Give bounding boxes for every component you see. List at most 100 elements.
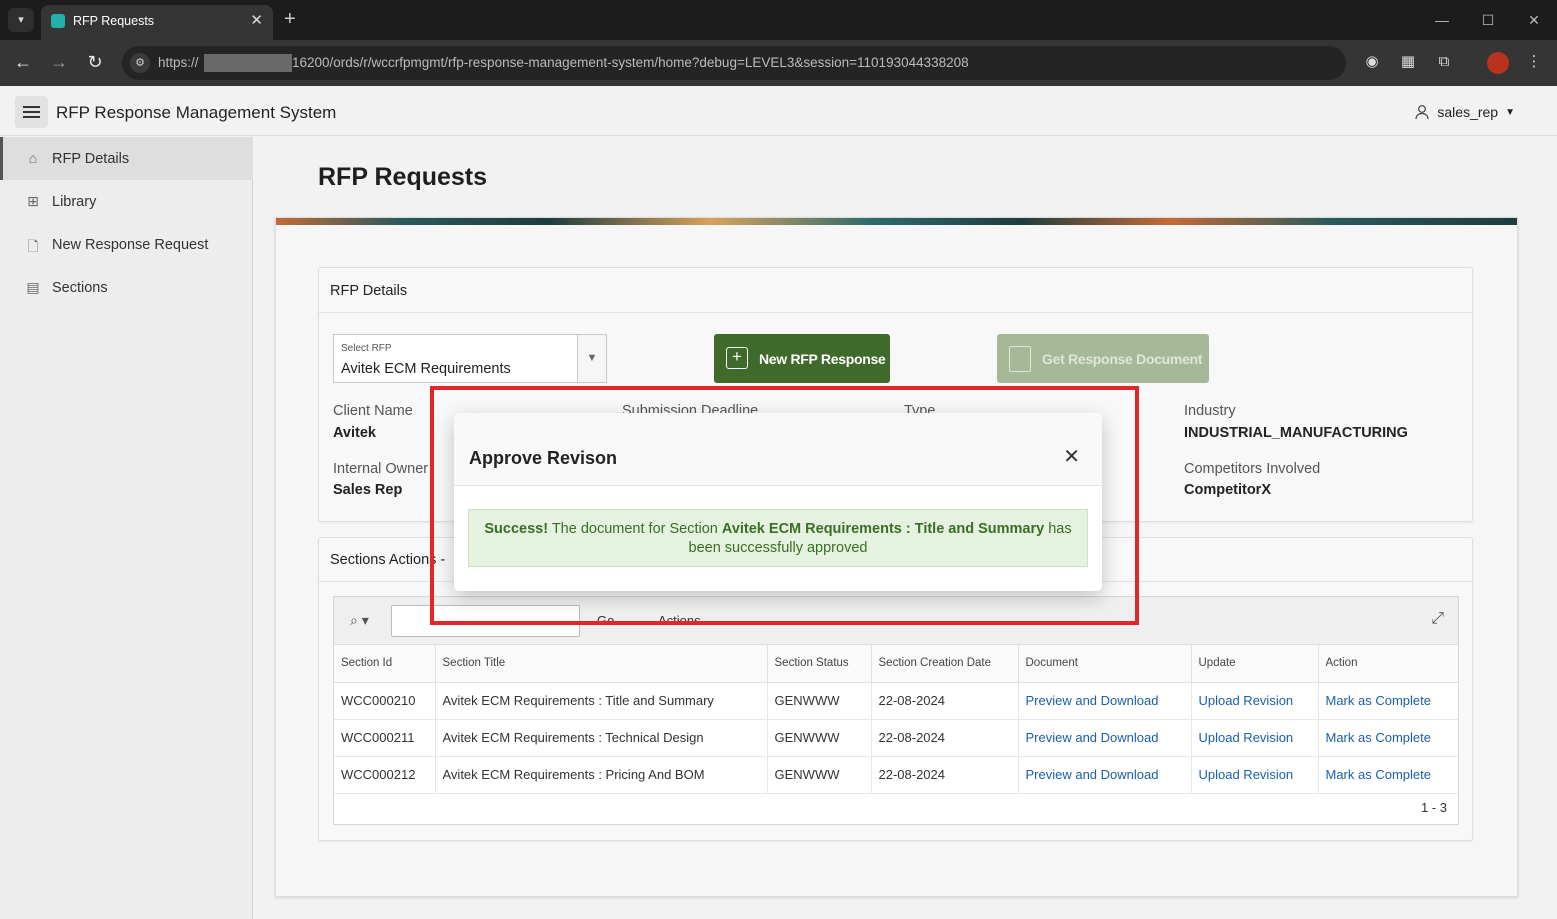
internal-owner-label: Internal Owner — [333, 461, 429, 477]
select-rfp-field[interactable]: Select RFP Avitek ECM Requirements ▼ — [333, 334, 607, 383]
dialog-title: Approve Revison — [469, 448, 618, 468]
upload-revision-link[interactable]: Upload Revision — [1191, 756, 1319, 794]
client-name-label: Client Name — [333, 403, 413, 419]
get-response-document-button[interactable]: Get Response Document — [997, 334, 1209, 383]
column-header[interactable]: Section Status — [767, 645, 872, 683]
maximize-button[interactable]: ☐ — [1465, 0, 1511, 40]
minimize-button[interactable]: — — [1419, 0, 1465, 40]
table-row: WCC000210 Avitek ECM Requirements : Titl… — [334, 682, 1458, 720]
extensions-icon[interactable]: ⧉ — [1434, 52, 1454, 72]
url-scheme: https:// — [158, 55, 199, 70]
table-icon: ▤ — [26, 278, 40, 295]
select-rfp-value: Avitek ECM Requirements — [341, 361, 511, 377]
clipboard-upload-icon — [1009, 346, 1031, 372]
client-name-value: Avitek — [333, 425, 376, 441]
section-id: WCC000211 — [334, 719, 436, 757]
dialog-header: Approve Revison ✕ — [454, 413, 1102, 486]
new-rfp-response-button[interactable]: + New RFP Response — [714, 334, 890, 383]
sections-report: ⌕ ▾ Go Actions ⤢ Section Id Section Titl… — [333, 596, 1459, 825]
alert-section-name: Avitek ECM Requirements : Title and Summ… — [721, 521, 1045, 537]
region-title: Sections Actions - — [330, 552, 446, 568]
section-title: Avitek ECM Requirements : Technical Desi… — [435, 719, 768, 757]
table-row: WCC000211 Avitek ECM Requirements : Tech… — [334, 719, 1458, 757]
chevron-down-icon[interactable]: ▼ — [577, 335, 606, 382]
mark-complete-link[interactable]: Mark as Complete — [1318, 719, 1458, 757]
preview-download-link[interactable]: Preview and Download — [1018, 756, 1192, 794]
reload-button[interactable]: ↻ — [83, 51, 107, 73]
section-id: WCC000212 — [334, 756, 436, 794]
sidebar-item-library[interactable]: ⊞ Library — [0, 180, 253, 223]
table-row: WCC000212 Avitek ECM Requirements : Pric… — [334, 756, 1458, 794]
upload-revision-link[interactable]: Upload Revision — [1191, 682, 1319, 720]
search-column-icon[interactable]: ⌕ ▾ — [350, 612, 369, 629]
sidebar-item-label: RFP Details — [52, 150, 130, 167]
column-header[interactable]: Section Creation Date — [871, 645, 1019, 683]
success-alert: Success! The document for Section Avitek… — [468, 509, 1088, 567]
mark-complete-link[interactable]: Mark as Complete — [1318, 682, 1458, 720]
column-header[interactable]: Update — [1191, 645, 1319, 683]
column-header[interactable]: Action — [1318, 645, 1458, 683]
column-header[interactable]: Document — [1018, 645, 1192, 683]
section-title: Avitek ECM Requirements : Title and Summ… — [435, 682, 768, 720]
section-status: GENWWW — [767, 719, 872, 757]
column-header[interactable]: Section Id — [334, 645, 436, 683]
chevron-down-icon: ▼ — [1505, 106, 1515, 118]
competitors-label: Competitors Involved — [1184, 461, 1321, 477]
section-creation-date: 22-08-2024 — [871, 756, 1019, 794]
expand-icon[interactable]: ⤢ — [1431, 610, 1444, 628]
browser-tab[interactable]: RFP Requests ✕ — [41, 5, 273, 40]
qr-code-icon[interactable]: ▦ — [1398, 52, 1418, 72]
plus-icon: + — [726, 347, 748, 369]
industry-label: Industry — [1184, 403, 1236, 419]
back-button[interactable]: ← — [11, 51, 35, 73]
address-bar[interactable]: ⚙ https:// 16200/ords/r/wccrfpmgmt/rfp-r… — [122, 46, 1346, 80]
window-close-button[interactable]: ✕ — [1511, 0, 1557, 40]
close-icon[interactable]: ✕ — [1063, 447, 1080, 467]
url-path: 16200/ords/r/wccrfpmgmt/rfp-response-man… — [292, 55, 969, 70]
report-table: Section Id Section Title Section Status … — [334, 645, 1458, 794]
tab-close-icon[interactable]: ✕ — [250, 11, 263, 29]
preview-download-link[interactable]: Preview and Download — [1018, 719, 1192, 757]
tab-search-button[interactable]: ▾ — [8, 8, 34, 32]
forward-button[interactable]: → — [47, 51, 71, 73]
new-document-icon: 🗋 — [27, 237, 39, 254]
select-rfp-label: Select RFP — [341, 343, 392, 354]
section-creation-date: 22-08-2024 — [871, 682, 1019, 720]
sidebar-item-rfp-details[interactable]: ⌂ RFP Details — [0, 137, 253, 180]
section-status: GENWWW — [767, 682, 872, 720]
browser-menu-icon[interactable]: ⋮ — [1524, 52, 1544, 72]
tab-title: RFP Requests — [73, 14, 155, 28]
table-header-row: Section Id Section Title Section Status … — [334, 645, 1458, 683]
page-title: RFP Requests — [318, 163, 488, 191]
library-icon: ⊞ — [27, 192, 39, 209]
screen-capture-icon[interactable]: ◉ — [1362, 52, 1382, 72]
approve-revision-dialog: Approve Revison ✕ Success! The document … — [454, 413, 1102, 591]
new-tab-button[interactable]: + — [284, 8, 296, 30]
section-id: WCC000210 — [334, 682, 436, 720]
section-status: GENWWW — [767, 756, 872, 794]
pagination: 1 - 3 — [1420, 800, 1447, 815]
profile-avatar[interactable] — [1487, 52, 1509, 74]
site-info-icon[interactable]: ⚙ — [130, 53, 150, 73]
alert-text: The document for Section — [548, 521, 722, 537]
column-header[interactable]: Section Title — [435, 645, 768, 683]
sidebar-item-sections[interactable]: ▤ Sections — [0, 266, 253, 309]
hero-banner — [276, 218, 1517, 225]
app-header: RFP Response Management System sales_rep… — [0, 86, 1557, 136]
sidebar-item-label: Library — [52, 193, 97, 210]
home-icon: ⌂ — [28, 149, 38, 166]
sidebar-item-label: Sections — [52, 279, 108, 296]
competitors-value: CompetitorX — [1184, 482, 1271, 498]
upload-revision-link[interactable]: Upload Revision — [1191, 719, 1319, 757]
hamburger-menu-icon[interactable] — [15, 96, 48, 128]
user-menu[interactable]: sales_rep ▼ — [1414, 104, 1515, 120]
preview-download-link[interactable]: Preview and Download — [1018, 682, 1192, 720]
browser-tab-bar: ▾ RFP Requests ✕ + — ☐ ✕ — [0, 0, 1557, 40]
section-creation-date: 22-08-2024 — [871, 719, 1019, 757]
internal-owner-value: Sales Rep — [333, 482, 403, 498]
user-name: sales_rep — [1437, 104, 1499, 120]
mark-complete-link[interactable]: Mark as Complete — [1318, 756, 1458, 794]
sidebar-nav: ⌂ RFP Details ⊞ Library 🗋 New Response R… — [0, 137, 253, 919]
favicon-icon — [51, 14, 65, 28]
sidebar-item-new-response-request[interactable]: 🗋 New Response Request — [0, 223, 253, 266]
